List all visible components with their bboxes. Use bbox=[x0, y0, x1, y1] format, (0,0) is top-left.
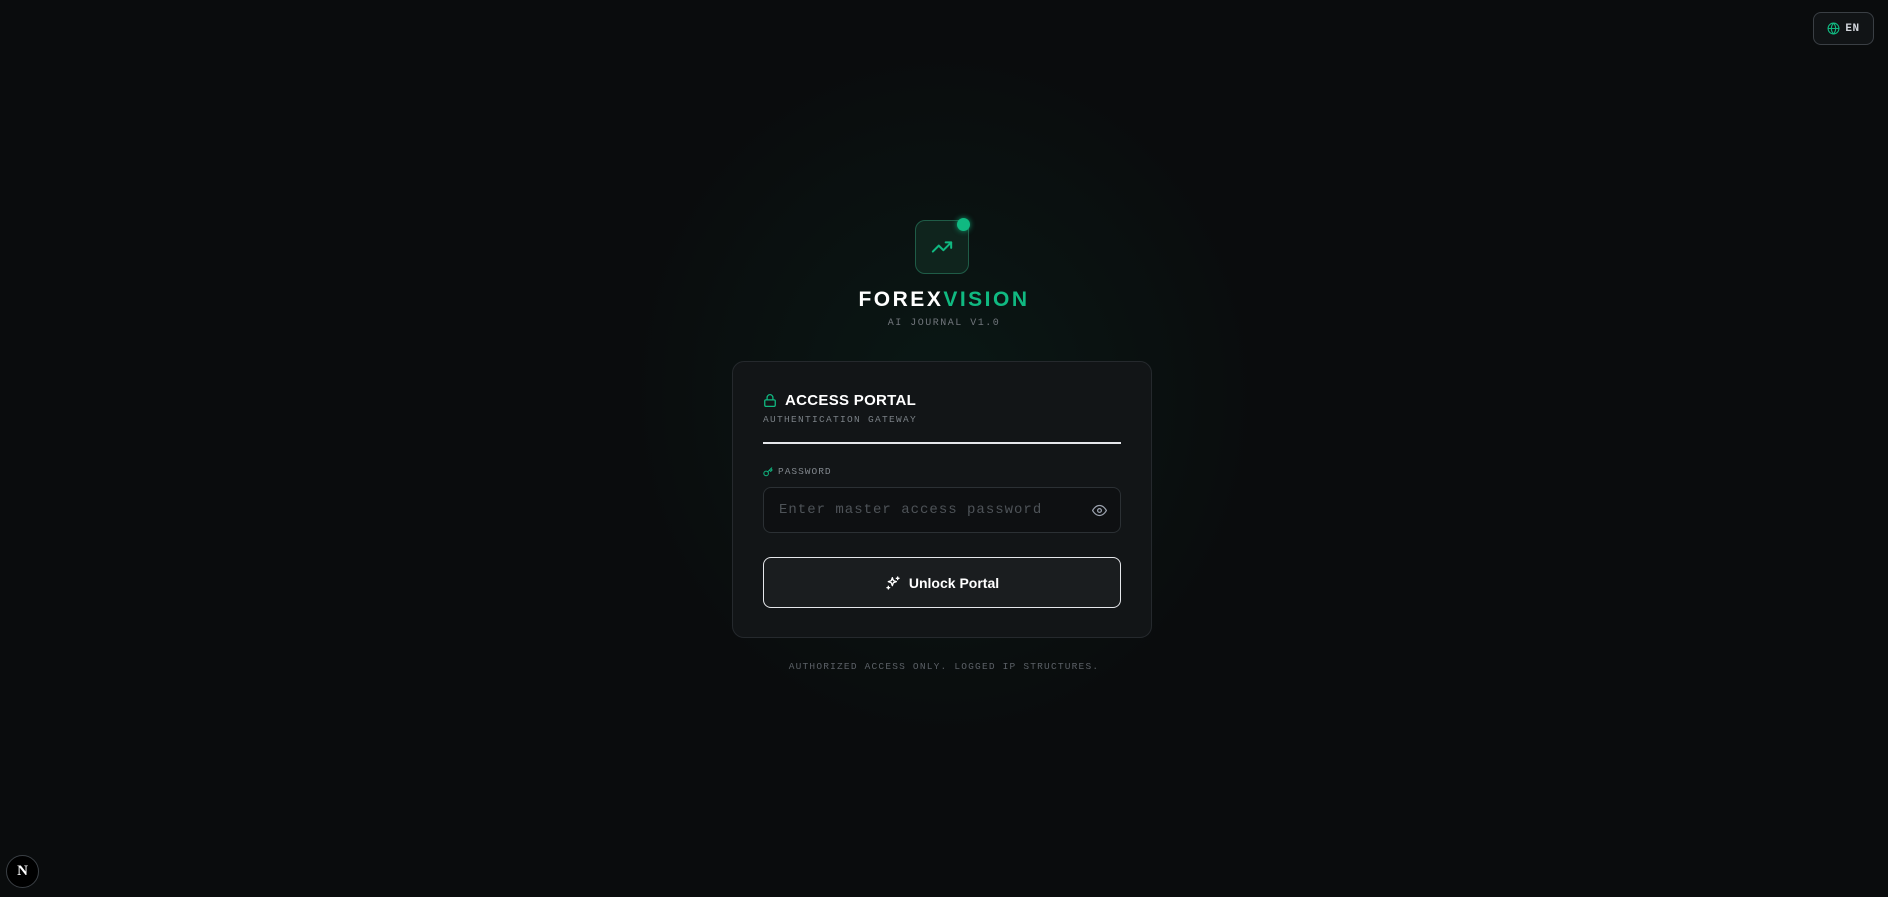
nextjs-logo-icon: N bbox=[17, 863, 28, 879]
unlock-portal-button[interactable]: Unlock Portal bbox=[763, 557, 1121, 608]
brand-name: FOREXVISION bbox=[0, 287, 1888, 313]
card-header: ACCESS PORTAL bbox=[763, 392, 916, 409]
footer-notice: AUTHORIZED ACCESS ONLY. LOGGED IP STRUCT… bbox=[788, 661, 1100, 672]
globe-icon bbox=[1827, 22, 1840, 35]
password-label: PASSWORD bbox=[763, 466, 832, 477]
dev-tools-badge[interactable]: N bbox=[6, 855, 39, 888]
password-label-text: PASSWORD bbox=[778, 466, 832, 477]
status-indicator-dot bbox=[957, 218, 970, 231]
password-input[interactable] bbox=[764, 488, 1064, 532]
sparkles-icon bbox=[886, 575, 900, 590]
password-field bbox=[763, 487, 1121, 533]
language-switcher-button[interactable]: EN bbox=[1813, 12, 1874, 45]
card-subtitle: AUTHENTICATION GATEWAY bbox=[763, 414, 918, 425]
unlock-portal-label: Unlock Portal bbox=[908, 574, 1000, 591]
toggle-password-visibility-button[interactable] bbox=[1088, 500, 1110, 520]
eye-icon bbox=[1091, 504, 1107, 516]
card-divider bbox=[763, 442, 1121, 444]
brand-name-part-1: FOREX bbox=[858, 288, 944, 311]
brand-name-part-2: VISION bbox=[943, 288, 1030, 311]
language-label: EN bbox=[1845, 22, 1860, 35]
trending-up-icon bbox=[931, 241, 953, 253]
key-icon bbox=[763, 466, 773, 476]
login-card: ACCESS PORTAL AUTHENTICATION GATEWAY PAS… bbox=[732, 361, 1152, 638]
brand-tagline: AI JOURNAL V1.0 bbox=[887, 318, 1001, 329]
card-title: ACCESS PORTAL bbox=[785, 392, 917, 409]
lock-icon bbox=[764, 394, 776, 407]
